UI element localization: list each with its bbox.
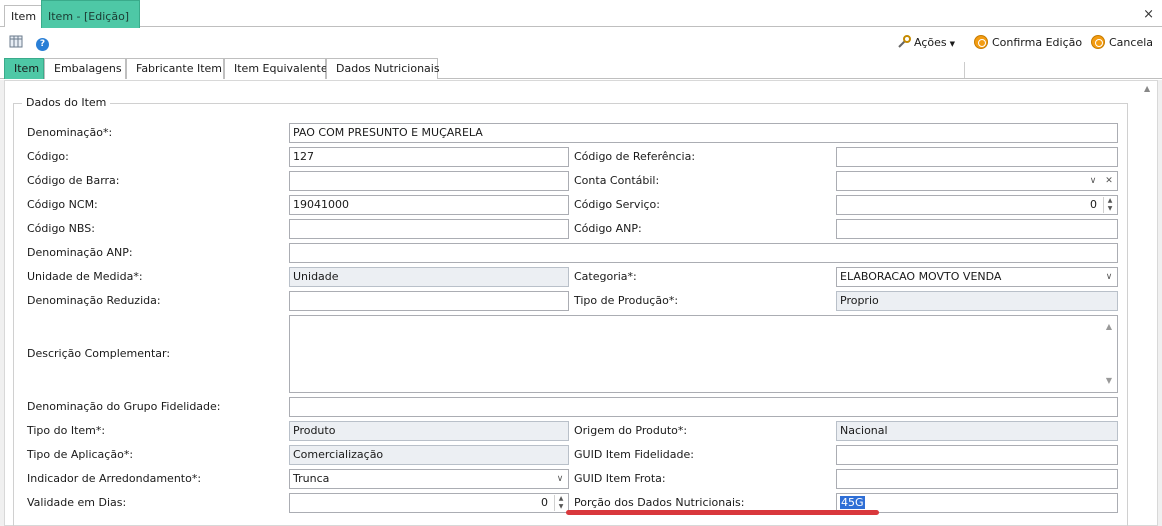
- porcao-nutricional-selected-text: 45G: [840, 496, 865, 509]
- tab-item[interactable]: Item: [4, 58, 44, 79]
- codigo-ncm-label: Código NCM:: [27, 198, 98, 211]
- tab-item-equivalente[interactable]: Item Equivalente: [224, 58, 328, 79]
- categoria-label: Categoria*:: [574, 270, 637, 283]
- tipo-item-label: Tipo do Item*:: [27, 424, 106, 437]
- codigo-ncm-input[interactable]: 19041000: [289, 195, 569, 215]
- close-icon[interactable]: ×: [1143, 7, 1154, 22]
- codigo-nbs-input[interactable]: [289, 219, 569, 239]
- unidade-medida-input[interactable]: Unidade: [289, 267, 569, 287]
- chevron-down-icon[interactable]: ∨: [552, 471, 568, 487]
- document-tab-bar: Item Item - [Edição] ×: [0, 0, 1162, 28]
- denominacao-input[interactable]: PAO COM PRESUNTO E MUÇARELA: [289, 123, 1118, 143]
- guid-fidelidade-label: GUID Item Fidelidade:: [574, 448, 694, 461]
- codigo-servico-label: Código Serviço:: [574, 198, 660, 211]
- codigo-servico-value: 0: [1090, 198, 1097, 211]
- tipo-aplicacao-label: Tipo de Aplicação*:: [27, 448, 134, 461]
- codigo-input[interactable]: 127: [289, 147, 569, 167]
- cancel-icon: [1091, 35, 1105, 49]
- tipo-producao-input[interactable]: Proprio: [836, 291, 1118, 311]
- actions-label: Ações: [914, 36, 947, 49]
- clear-icon[interactable]: ✕: [1101, 173, 1117, 189]
- origem-produto-label: Origem do Produto*:: [574, 424, 688, 437]
- cancel-button[interactable]: Cancela: [1091, 34, 1153, 52]
- origem-produto-input[interactable]: Nacional: [836, 421, 1118, 441]
- codigo-anp-input[interactable]: [836, 219, 1118, 239]
- tipo-item-input[interactable]: Produto: [289, 421, 569, 441]
- spinner-arrows-icon[interactable]: ▲ ▼: [1103, 197, 1116, 213]
- cancel-label: Cancela: [1109, 36, 1154, 49]
- help-icon[interactable]: ?: [36, 34, 49, 52]
- grid-view-icon[interactable]: [9, 34, 23, 52]
- codigo-anp-label: Código ANP:: [574, 222, 642, 235]
- scroll-down-icon[interactable]: ▼: [1102, 372, 1116, 390]
- denominacao-anp-label: Denominação ANP:: [27, 246, 133, 259]
- codigo-label: Código:: [27, 150, 69, 163]
- doc-tab-item-edicao[interactable]: Item - [Edição]: [41, 0, 140, 28]
- conta-contabil-select[interactable]: ∨ ✕: [836, 171, 1118, 191]
- confirm-edit-button[interactable]: Confirma Edição: [974, 34, 1082, 52]
- codigo-servico-stepper[interactable]: 0 ▲ ▼: [836, 195, 1118, 215]
- guid-frota-label: GUID Item Frota:: [574, 472, 666, 485]
- categoria-value: ELABORACAO MOVTO VENDA: [840, 270, 1002, 283]
- porcao-nutricional-label: Porção dos Dados Nutricionais:: [574, 496, 745, 509]
- denominacao-reduzida-label: Denominação Reduzida:: [27, 294, 161, 307]
- scroll-up-icon[interactable]: ▲: [1102, 318, 1116, 336]
- scroll-up-icon[interactable]: ▲: [1144, 84, 1150, 93]
- indicador-arredondamento-select[interactable]: Trunca ∨: [289, 469, 569, 489]
- tab-embalagens[interactable]: Embalagens: [44, 58, 126, 79]
- validade-dias-stepper[interactable]: 0 ▲ ▼: [289, 493, 569, 513]
- denominacao-anp-input[interactable]: [289, 243, 1118, 263]
- codigo-referencia-input[interactable]: [836, 147, 1118, 167]
- denominacao-label: Denominação*:: [27, 126, 113, 139]
- tipo-aplicacao-input[interactable]: Comercialização: [289, 445, 569, 465]
- grupo-fidelidade-input[interactable]: [289, 397, 1118, 417]
- doc-tab-item[interactable]: Item: [4, 5, 42, 27]
- codigo-barra-label: Código de Barra:: [27, 174, 120, 187]
- descricao-complementar-label: Descrição Complementar:: [27, 347, 171, 360]
- chevron-down-icon: ▼: [949, 40, 955, 48]
- codigo-barra-input[interactable]: [289, 171, 569, 191]
- codigo-referencia-label: Código de Referência:: [574, 150, 696, 163]
- codigo-nbs-label: Código NBS:: [27, 222, 95, 235]
- confirm-label: Confirma Edição: [992, 36, 1083, 49]
- chevron-down-icon[interactable]: ∨: [1101, 269, 1117, 285]
- guid-fidelidade-input[interactable]: [836, 445, 1118, 465]
- guid-frota-input[interactable]: [836, 469, 1118, 489]
- descricao-complementar-textarea[interactable]: ▲ ▼: [289, 315, 1118, 393]
- indicador-arredondamento-value: Trunca: [293, 472, 330, 485]
- grupo-fidelidade-label: Denominação do Grupo Fidelidade:: [27, 400, 221, 413]
- highlight-underline: [566, 510, 879, 515]
- unidade-medida-label: Unidade de Medida*:: [27, 270, 143, 283]
- denominacao-reduzida-input[interactable]: [289, 291, 569, 311]
- form-tab-bar: Item Embalagens Fabricante Item Item Equ…: [0, 57, 1162, 79]
- confirm-icon: [974, 35, 988, 49]
- spinner-arrows-icon[interactable]: ▲ ▼: [554, 495, 567, 511]
- validade-dias-label: Validade em Dias:: [27, 496, 127, 509]
- wrench-icon: [898, 35, 911, 48]
- toolbar: ? Ações ▼ Confirma Edição Cancela: [0, 28, 1162, 78]
- categoria-select[interactable]: ELABORACAO MOVTO VENDA ∨: [836, 267, 1118, 287]
- tab-dados-nutricionais[interactable]: Dados Nutricionais: [326, 58, 440, 79]
- group-title: Dados do Item: [22, 96, 111, 110]
- conta-contabil-label: Conta Contábil:: [574, 174, 660, 187]
- indicador-arredondamento-label: Indicador de Arredondamento*:: [27, 472, 202, 485]
- validade-dias-value: 0: [541, 496, 548, 509]
- chevron-down-icon[interactable]: ∨: [1085, 173, 1101, 189]
- tab-fabricante-item[interactable]: Fabricante Item: [126, 58, 224, 79]
- actions-button[interactable]: Ações ▼: [897, 34, 955, 52]
- tipo-producao-label: Tipo de Produção*:: [574, 294, 679, 307]
